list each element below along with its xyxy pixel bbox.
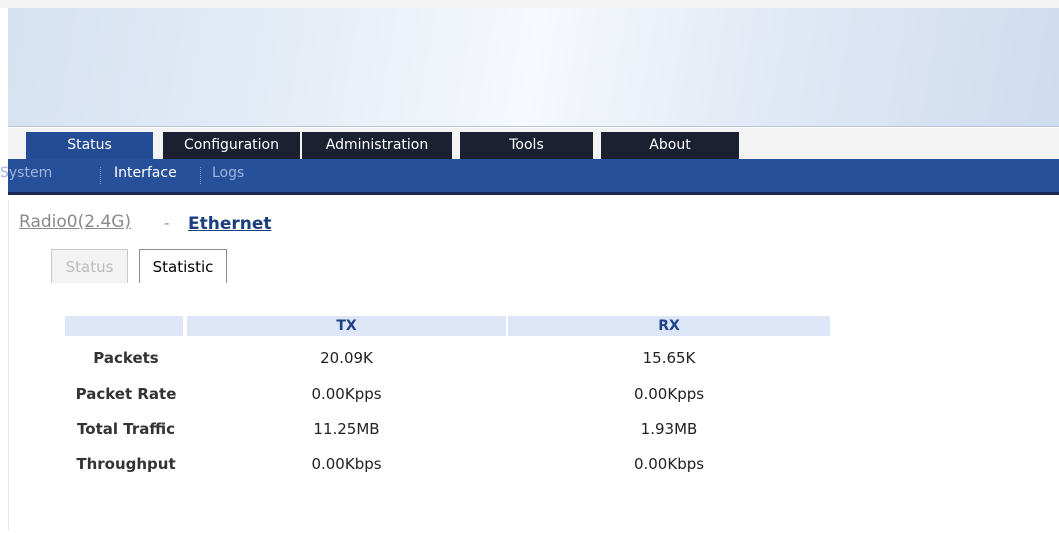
view-tab-statistic-label: Statistic: [152, 258, 214, 276]
subnav-divider: [200, 167, 202, 184]
subnav-system[interactable]: System: [0, 165, 52, 181]
tab-administration-label: Administration: [325, 137, 429, 153]
radio0-link[interactable]: Radio0(2.4G): [19, 212, 131, 232]
view-tab-status[interactable]: Status: [51, 249, 128, 283]
tx-throughput: 0.00Kbps: [311, 455, 382, 473]
row-label-throughput: Throughput: [76, 455, 176, 473]
tab-configuration-label: Configuration: [184, 137, 279, 153]
rx-throughput: 0.00Kbps: [633, 455, 705, 473]
row-label-total-traffic: Total Traffic: [77, 420, 175, 438]
rx-packets: 15.65K: [642, 349, 696, 367]
tx-packet-rate: 0.00Kpps: [311, 385, 382, 403]
content-border: [8, 200, 9, 530]
ethernet-link[interactable]: Ethernet: [188, 214, 272, 234]
stats-header-blank: [65, 316, 183, 336]
row-label-packets: Packets: [93, 349, 159, 367]
header-banner: [8, 8, 1059, 127]
tab-about[interactable]: About: [601, 132, 739, 159]
tab-tools-label: Tools: [509, 137, 544, 153]
subnav-interface[interactable]: Interface: [114, 165, 177, 181]
rx-total-traffic: 1.93MB: [640, 420, 698, 438]
subnav-logs[interactable]: Logs: [212, 165, 244, 181]
top-strip: [0, 0, 1059, 8]
tab-status[interactable]: Status: [26, 132, 153, 159]
stats-header-tx: TX: [187, 316, 506, 336]
tx-packets: 20.09K: [320, 349, 373, 367]
tab-tools[interactable]: Tools: [460, 132, 593, 159]
row-label-packet-rate: Packet Rate: [75, 385, 177, 403]
view-tab-statistic[interactable]: Statistic: [139, 249, 227, 283]
main-nav: Status Configuration Administration Tool…: [8, 128, 1059, 160]
stats-header-rx: RX: [508, 316, 830, 336]
tab-status-label: Status: [67, 137, 112, 153]
rx-packet-rate: 0.00Kpps: [633, 385, 705, 403]
interface-separator: -: [164, 214, 170, 232]
tab-configuration[interactable]: Configuration: [163, 132, 300, 159]
sub-nav: System Interface Logs: [0, 159, 1059, 195]
tab-administration[interactable]: Administration: [302, 132, 452, 159]
tab-about-label: About: [649, 137, 691, 153]
tx-total-traffic: 11.25MB: [313, 420, 380, 438]
subnav-divider: [100, 167, 102, 184]
view-tab-status-label: Status: [65, 258, 114, 276]
